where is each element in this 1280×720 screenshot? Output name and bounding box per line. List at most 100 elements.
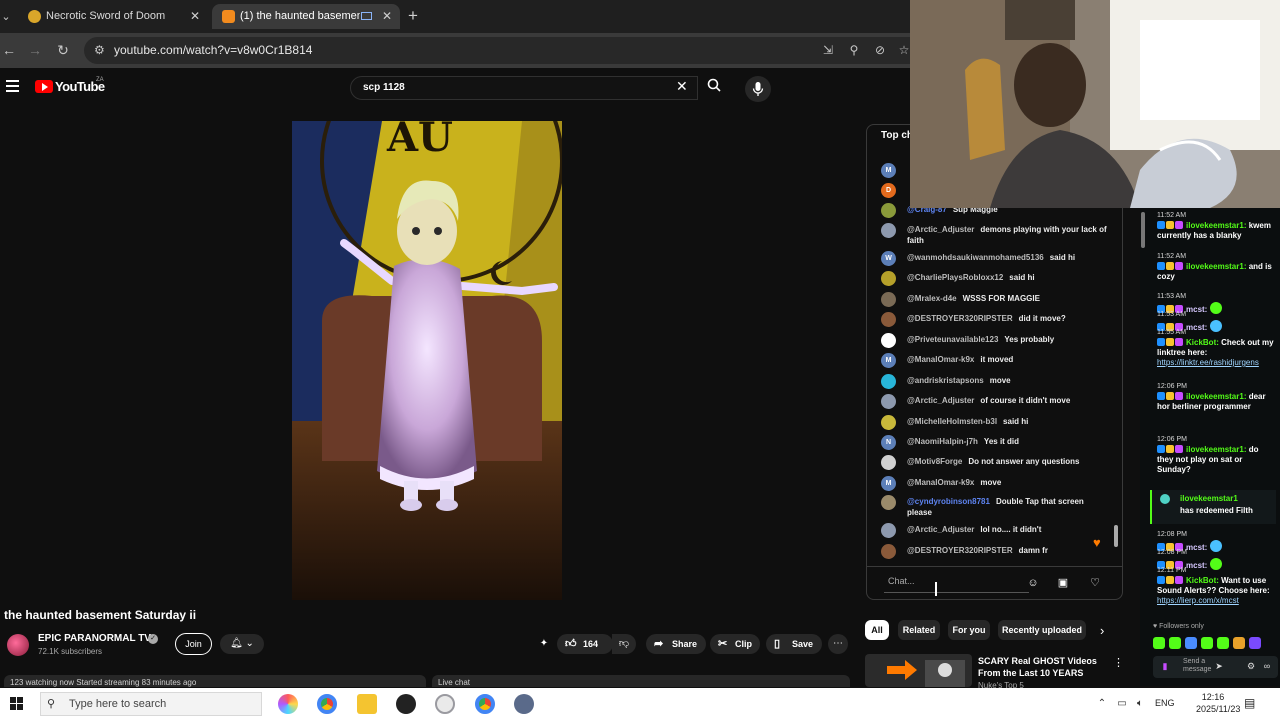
new-tab-button[interactable]: + <box>404 6 422 26</box>
chat-author[interactable]: @ManalOmar-k9x <box>907 478 974 487</box>
emote-icon[interactable] <box>1185 637 1197 649</box>
chat-author[interactable]: @DESTROYER320RIPSTER <box>907 546 1013 555</box>
search-input[interactable]: scp 1128 <box>350 76 698 100</box>
chat-author[interactable]: @NaomiHalpin-j7h <box>907 437 978 446</box>
more-options-icon[interactable]: ⋯ <box>828 634 848 654</box>
forward-arrow-icon[interactable]: → <box>26 41 44 59</box>
related-video-title[interactable]: SCARY Real GHOST Videos From the Last 10… <box>978 655 1103 679</box>
gift-icon[interactable]: ✦ <box>534 634 554 654</box>
chat-author[interactable]: @Motiv8Forge <box>907 457 962 466</box>
url-field[interactable]: ⚙ youtube.com/watch?v=v8w0Cr1B814 ⇲ ⚲ ⊘ … <box>84 37 924 64</box>
file-explorer-icon[interactable] <box>357 694 377 714</box>
super-chat-icon[interactable]: ▣ <box>1054 574 1072 592</box>
clip-button[interactable]: ✂ Clip <box>710 634 760 654</box>
chat-author[interactable]: @Arctic_Adjuster <box>907 396 974 405</box>
notification-center-icon[interactable]: ▤ <box>1244 696 1255 710</box>
kick-send-message-input[interactable]: ▮ Send a message ➤ ⚙ ∞ <box>1153 656 1278 678</box>
chat-author[interactable]: @Arctic_Adjuster <box>907 225 974 234</box>
kick-username[interactable]: KickBot: <box>1186 576 1219 585</box>
chat-scrollbar[interactable] <box>1114 525 1118 547</box>
youtube-logo-icon[interactable] <box>35 80 53 93</box>
menu-icon[interactable] <box>6 80 19 92</box>
clear-search-icon[interactable]: ✕ <box>676 78 688 95</box>
kick-username[interactable]: ilovekeemstar1: <box>1186 262 1246 271</box>
kick-message-link[interactable]: https://linktr.ee/rashidjurgens <box>1157 358 1259 367</box>
kick-username[interactable]: ilovekeemstar1: <box>1186 392 1246 401</box>
heart-icon[interactable]: ♡ <box>1086 574 1104 592</box>
send-icon[interactable]: ➤ <box>1213 661 1225 673</box>
notification-bell-icon[interactable]: 🔔︎ ⌄ <box>220 634 264 654</box>
browser-tab[interactable]: Necrotic Sword of Doom (Swor ✕ <box>18 4 208 29</box>
kick-username[interactable]: ilovekeemstar1: <box>1186 221 1246 230</box>
emote-picker-icon[interactable]: ∞ <box>1261 661 1273 673</box>
zoom-icon[interactable]: ⚲ <box>846 42 862 58</box>
emoji-icon[interactable]: ☺ <box>1024 574 1042 592</box>
chevron-right-icon[interactable]: › <box>1100 623 1104 638</box>
photos-app-icon[interactable] <box>278 694 298 714</box>
emote-icon[interactable] <box>1249 637 1261 649</box>
chat-avatar[interactable] <box>881 523 896 538</box>
app-icon[interactable] <box>514 694 534 714</box>
chat-author[interactable]: @Arctic_Adjuster <box>907 525 974 534</box>
volume-icon[interactable]: 🔈︎ <box>1134 698 1146 710</box>
chat-avatar[interactable] <box>881 495 896 510</box>
chat-identity-icon[interactable]: ▮ <box>1159 661 1171 673</box>
chat-avatar[interactable] <box>881 203 896 218</box>
share-button[interactable]: ➦ Share <box>646 634 706 654</box>
join-button[interactable]: Join <box>175 633 212 655</box>
chat-avatar[interactable]: M <box>881 476 896 491</box>
close-icon[interactable]: ✕ <box>382 4 392 29</box>
channel-avatar[interactable] <box>7 634 29 656</box>
live-chat-peek[interactable]: Live chat <box>432 675 850 687</box>
emote-icon[interactable] <box>1169 637 1181 649</box>
chat-avatar[interactable]: W <box>881 251 896 266</box>
kick-chat-message[interactable]: 11:52 AM ilovekeemstar1: and is cozy <box>1157 252 1275 282</box>
kick-username[interactable]: KickBot: <box>1186 338 1219 347</box>
chevron-up-icon[interactable]: ⌃ <box>1096 698 1108 710</box>
chat-avatar[interactable]: D <box>881 183 896 198</box>
description-box[interactable]: 123 watching now Started streaming 83 mi… <box>4 675 426 687</box>
chat-avatar[interactable] <box>881 394 896 409</box>
kick-chat-scrollbar[interactable] <box>1141 212 1145 248</box>
kick-message-link[interactable]: https://lierp.com/x/mcst <box>1157 596 1239 605</box>
back-arrow-icon[interactable]: ← <box>0 41 18 59</box>
app-icon[interactable] <box>435 694 455 714</box>
eye-slash-icon[interactable]: ⊘ <box>872 42 888 58</box>
kick-chat-message[interactable]: 12:11 PM KickBot: Want to use Sound Alert… <box>1157 566 1275 606</box>
chat-author[interactable]: @ManalOmar-k9x <box>907 355 974 364</box>
chip-for-you[interactable]: For you <box>948 620 990 640</box>
kick-username[interactable]: ilovekeemstar1: <box>1186 445 1246 454</box>
reload-icon[interactable]: ↻ <box>54 41 72 59</box>
taskbar-search-box[interactable]: ⚲ Type here to search <box>40 692 262 716</box>
chat-avatar[interactable]: M <box>881 353 896 368</box>
network-icon[interactable]: ▭ <box>1116 698 1128 710</box>
related-video-thumbnail[interactable] <box>865 654 972 687</box>
obs-icon[interactable] <box>396 694 416 714</box>
chat-avatar[interactable] <box>881 223 896 238</box>
kick-chat-message[interactable]: 11:55 AM KickBot: Check out my linktree h… <box>1157 328 1275 368</box>
emote-icon[interactable] <box>1217 637 1229 649</box>
language-indicator[interactable]: ENG <box>1155 698 1175 708</box>
like-button[interactable]: 👍︎ 164 <box>557 634 613 654</box>
taskbar-clock[interactable]: 12:16 2025/11/23 <box>1196 691 1240 715</box>
kick-chat-message[interactable]: 12:06 PM ilovekeemstar1: do they not play… <box>1157 435 1275 475</box>
thumbs-down-icon[interactable]: 👎︎ <box>612 634 636 654</box>
tab-search-icon[interactable]: ⌄ <box>0 8 12 26</box>
chat-avatar[interactable] <box>881 544 896 559</box>
chrome-icon[interactable] <box>317 694 337 714</box>
chat-avatar[interactable] <box>881 312 896 327</box>
chip-recently-uploaded[interactable]: Recently uploaded <box>998 620 1086 640</box>
emote-icon[interactable] <box>1201 637 1213 649</box>
chat-input[interactable]: Chat... <box>888 576 915 586</box>
kick-chat-message[interactable]: 12:06 PM ilovekeemstar1: dear hor berline… <box>1157 382 1275 412</box>
more-vertical-icon[interactable]: ⋮ <box>1113 656 1124 669</box>
chat-author[interactable]: @cyndyrobinson8781 <box>907 497 990 506</box>
chat-avatar[interactable] <box>881 374 896 389</box>
save-button[interactable]: ▯ Save <box>766 634 822 654</box>
chat-avatar[interactable] <box>881 455 896 470</box>
search-icon[interactable] <box>700 78 728 98</box>
emote-icon[interactable] <box>1233 637 1245 649</box>
chat-author[interactable]: @CharliePlaysRobloxx12 <box>907 273 1003 282</box>
install-icon[interactable]: ⇲ <box>820 42 836 58</box>
chat-avatar[interactable] <box>881 292 896 307</box>
